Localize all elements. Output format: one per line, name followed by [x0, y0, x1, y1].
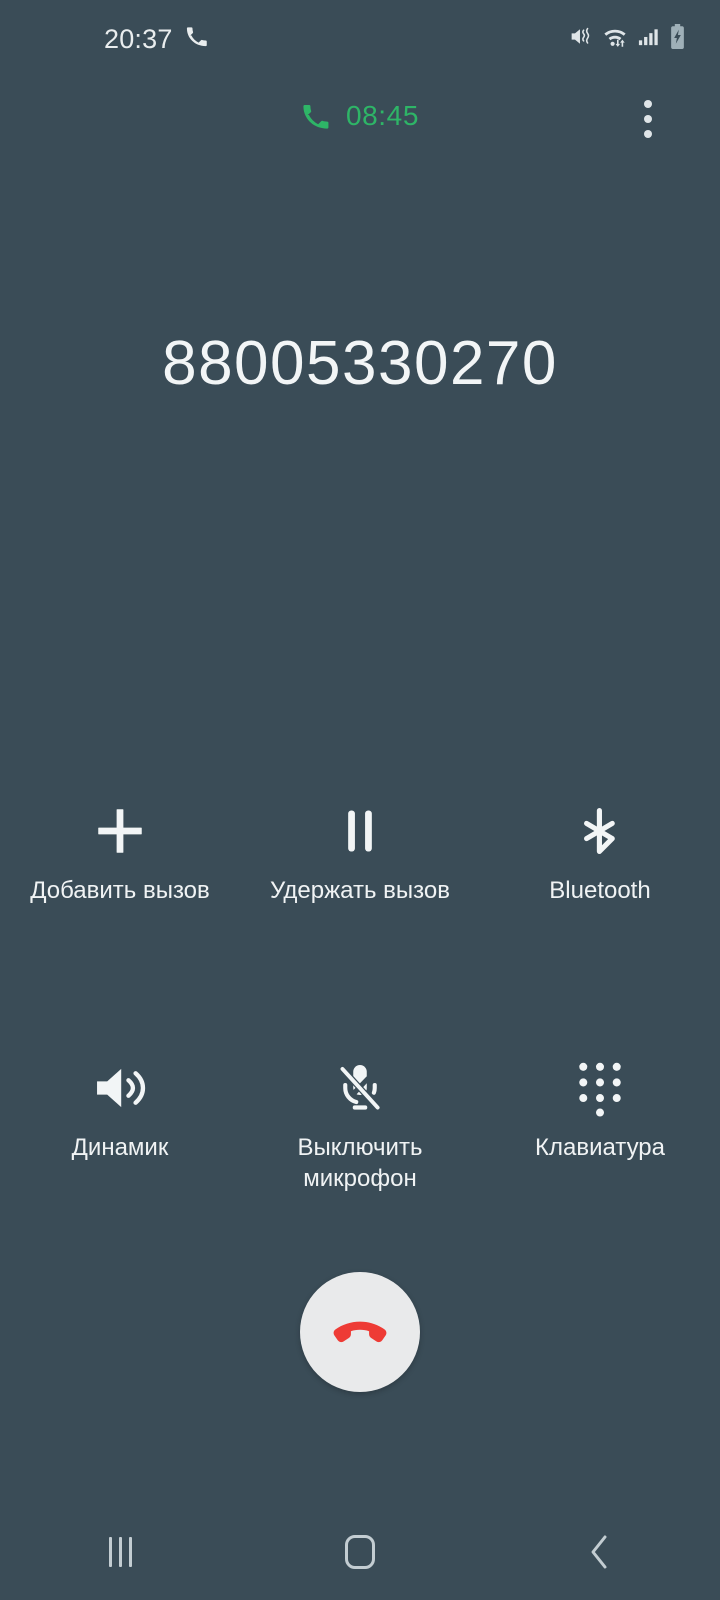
- keypad-label: Клавиатура: [535, 1133, 665, 1161]
- caller-phone-number: 88005330270: [162, 329, 558, 398]
- nav-recents-button[interactable]: [0, 1504, 240, 1600]
- hold-call-button[interactable]: Удержать вызов: [240, 795, 480, 907]
- cellular-signal-icon: [637, 25, 660, 53]
- speaker-button[interactable]: Динамик: [0, 1052, 240, 1195]
- call-controls-row-1: Добавить вызов Удержать вызов Bluetooth: [0, 795, 720, 907]
- more-options-button[interactable]: [626, 95, 670, 143]
- phone-handset-icon: [301, 102, 330, 131]
- add-call-label: Добавить вызов: [30, 877, 210, 904]
- bluetooth-label: Bluetooth: [549, 877, 651, 904]
- vibrate-mute-icon: [568, 24, 593, 54]
- phone-call-active-icon: [185, 25, 208, 53]
- dialpad-icon: [564, 1052, 636, 1124]
- home-icon: [345, 1535, 375, 1569]
- microphone-off-icon: [324, 1052, 396, 1124]
- system-navigation-bar: [0, 1504, 720, 1600]
- battery-charging-icon: [669, 24, 686, 54]
- status-bar-right: [568, 24, 686, 54]
- overflow-dot: [644, 130, 652, 138]
- bluetooth-button[interactable]: Bluetooth: [480, 795, 720, 907]
- recents-icon: [108, 1537, 132, 1567]
- status-bar: 20:37: [0, 0, 720, 78]
- add-call-button[interactable]: Добавить вызов: [0, 795, 240, 907]
- overflow-dot: [644, 100, 652, 108]
- bluetooth-icon: [564, 795, 636, 867]
- nav-back-button[interactable]: [480, 1504, 720, 1600]
- keypad-button[interactable]: Клавиатура: [480, 1052, 720, 1195]
- overflow-dot: [644, 115, 652, 123]
- status-bar-clock: 20:37: [104, 23, 173, 54]
- call-controls-row-2: Динамик Выключить микрофон Клавиатура: [0, 1052, 720, 1195]
- pause-icon: [324, 795, 396, 867]
- wifi-data-transfer-icon: [602, 24, 628, 54]
- call-duration: 08:45: [0, 92, 720, 140]
- end-call-button[interactable]: [300, 1272, 420, 1392]
- in-call-screen: 20:37 08:45 88005330270 Добавить вызов У…: [0, 0, 720, 1600]
- plus-icon: [84, 795, 156, 867]
- call-duration-text: 08:45: [345, 100, 420, 131]
- speaker-icon: [84, 1052, 156, 1124]
- call-header: 08:45: [0, 92, 720, 150]
- speaker-label: Динамик: [71, 1133, 169, 1161]
- end-call-handset-icon: [328, 1300, 392, 1364]
- caller-info: 88005330270: [0, 329, 720, 398]
- end-call-area: [0, 1272, 720, 1392]
- call-controls: Добавить вызов Удержать вызов Bluetooth …: [0, 795, 720, 1195]
- back-chevron-icon: [587, 1534, 613, 1570]
- mute-microphone-button[interactable]: Выключить микрофон: [240, 1052, 480, 1195]
- mute-microphone-label: Выключить микрофон: [297, 1133, 423, 1193]
- status-bar-left: 20:37: [104, 25, 208, 53]
- nav-home-button[interactable]: [240, 1504, 480, 1600]
- hold-call-label: Удержать вызов: [270, 877, 450, 904]
